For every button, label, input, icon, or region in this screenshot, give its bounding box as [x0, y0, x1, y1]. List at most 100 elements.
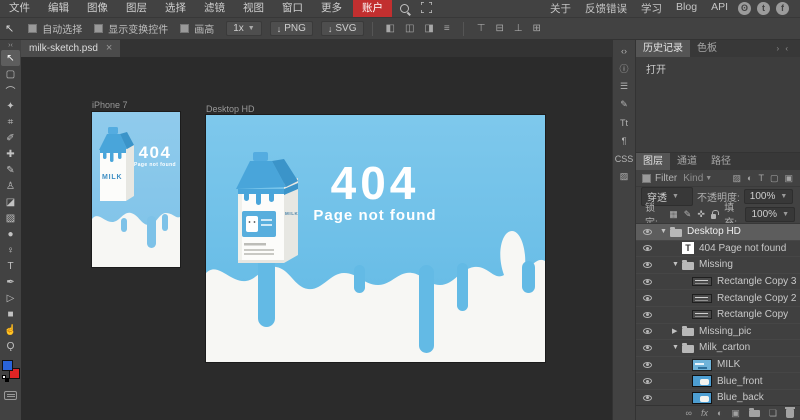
tab-paths[interactable]: 路径: [704, 153, 738, 170]
lock-all-icon[interactable]: [711, 214, 716, 219]
panel-collapse-icon[interactable]: › ‹: [776, 40, 800, 57]
link-learn[interactable]: 学习: [634, 1, 669, 16]
distribute-horizontal-icon[interactable]: ⊞: [528, 23, 546, 34]
align-right-icon[interactable]: ◨: [419, 23, 438, 34]
tab-history[interactable]: 历史记录: [636, 40, 690, 57]
gradient-tool[interactable]: ▨: [1, 210, 20, 226]
lock-position-icon[interactable]: ✜: [694, 209, 708, 220]
history-step-open[interactable]: 打开: [636, 57, 800, 80]
dodge-tool[interactable]: ♀: [1, 242, 20, 258]
auto-select-checkbox[interactable]: [28, 24, 37, 33]
visibility-eye-icon[interactable]: [643, 279, 652, 285]
layer-missing-pic[interactable]: ▶ Missing_pic: [636, 324, 800, 341]
link-about[interactable]: 关于: [543, 1, 578, 16]
new-group-icon[interactable]: [749, 410, 760, 417]
toolbar-collapse-icon[interactable]: ›‹: [8, 41, 13, 50]
align-left-icon[interactable]: ◧: [381, 23, 400, 34]
menu-image[interactable]: 图像: [78, 0, 117, 17]
visibility-eye-icon[interactable]: [643, 362, 652, 368]
layer-rect-copy-3[interactable]: Rectangle Copy 3: [636, 274, 800, 291]
lasso-tool[interactable]: ⌒: [1, 82, 20, 98]
link-layers-icon[interactable]: ∞: [686, 406, 692, 420]
facebook-icon[interactable]: f: [776, 2, 789, 15]
marquee-select-tool[interactable]: ▢: [1, 66, 20, 82]
align-top-icon[interactable]: ⊤: [472, 23, 491, 34]
opacity-dropdown[interactable]: 100%▼: [744, 189, 794, 204]
move-tool[interactable]: ↖: [1, 50, 20, 66]
visibility-eye-icon[interactable]: [643, 378, 652, 384]
properties-panel-icon[interactable]: ☰: [614, 78, 635, 95]
visibility-eye-icon[interactable]: [643, 345, 652, 351]
path-select-tool[interactable]: ▷: [1, 290, 20, 306]
zoom-tool[interactable]: Ǫ: [1, 338, 20, 354]
menu-edit[interactable]: 编辑: [39, 0, 78, 17]
align-center-icon[interactable]: ◫: [400, 23, 419, 34]
foreground-color-swatch[interactable]: [2, 360, 13, 371]
keyboard-icon[interactable]: [4, 391, 17, 400]
visibility-eye-icon[interactable]: [643, 229, 652, 235]
tab-channels[interactable]: 通道: [670, 153, 704, 170]
image-panel-icon[interactable]: ▨: [614, 168, 635, 185]
canvas[interactable]: iPhone 7: [21, 57, 612, 420]
tab-swatches[interactable]: 色板: [690, 40, 724, 57]
brush-panel-icon[interactable]: ✎: [614, 96, 635, 113]
crop-tool[interactable]: ⌗: [1, 114, 20, 130]
export-png-button[interactable]: ↓PNG: [270, 21, 313, 36]
layer-blue-front[interactable]: Blue_front: [636, 373, 800, 390]
blur-tool[interactable]: ●: [1, 226, 20, 242]
panel-collapse-icon[interactable]: ‹›: [614, 42, 635, 59]
visibility-eye-icon[interactable]: [643, 245, 652, 251]
account-button[interactable]: 账户: [353, 0, 392, 17]
lock-pixels-icon[interactable]: ✎: [681, 209, 695, 220]
fullscreen-icon[interactable]: [421, 2, 432, 16]
eraser-tool[interactable]: ◪: [1, 194, 20, 210]
filter-pixel-icon[interactable]: ▨: [730, 173, 745, 184]
visibility-eye-icon[interactable]: [643, 295, 652, 301]
link-api[interactable]: API: [704, 1, 735, 16]
color-swatches[interactable]: [2, 360, 20, 379]
lock-transparency-icon[interactable]: ▦: [666, 209, 681, 220]
new-layer-icon[interactable]: ❏: [769, 406, 777, 420]
artboard-iphone[interactable]: MILK 404 Page not found: [92, 112, 180, 267]
default-colors-icon[interactable]: [2, 375, 6, 379]
character-panel-icon[interactable]: Tt: [614, 114, 635, 131]
hand-tool[interactable]: ☝: [1, 322, 20, 338]
brush-tool[interactable]: ✎: [1, 162, 20, 178]
filter-type-icon[interactable]: T: [755, 173, 767, 184]
expand-caret-icon[interactable]: ▼: [672, 344, 682, 351]
align-bottom-icon[interactable]: ⊥: [509, 23, 528, 34]
filter-smart-icon[interactable]: ▣: [781, 173, 796, 184]
distribute-vertical-icon[interactable]: ≡: [439, 23, 455, 34]
eyedropper-tool[interactable]: ✐: [1, 130, 20, 146]
layer-milk-carton[interactable]: ▼ Milk_carton: [636, 340, 800, 357]
filter-shape-icon[interactable]: ▢: [767, 173, 782, 184]
tab-layers[interactable]: 图层: [636, 153, 670, 170]
menu-select[interactable]: 选择: [156, 0, 195, 17]
filter-adjustment-icon[interactable]: ◐: [744, 173, 755, 184]
layer-milk[interactable]: MILK: [636, 357, 800, 374]
info-panel-icon[interactable]: ⓘ: [614, 60, 635, 77]
expand-caret-icon[interactable]: ▼: [660, 228, 670, 235]
menu-view[interactable]: 视图: [234, 0, 273, 17]
adjustment-layer-icon[interactable]: ◐: [717, 406, 722, 420]
kind-dropdown[interactable]: Kind: [683, 173, 703, 184]
export-svg-button[interactable]: ↓SVG: [321, 21, 364, 36]
third-option-checkbox[interactable]: [180, 24, 189, 33]
visibility-eye-icon[interactable]: [643, 395, 652, 401]
layer-effects-icon[interactable]: fx: [701, 406, 708, 420]
shape-tool[interactable]: ■: [1, 306, 20, 322]
menu-file[interactable]: 文件: [0, 0, 39, 17]
expand-caret-icon[interactable]: ▶: [672, 327, 682, 335]
link-blog[interactable]: Blog: [669, 1, 704, 16]
align-middle-icon[interactable]: ⊟: [490, 23, 508, 34]
type-tool[interactable]: T: [1, 258, 20, 274]
search-icon[interactable]: [400, 4, 409, 13]
css-panel-icon[interactable]: CSS: [614, 150, 635, 167]
twitter-icon[interactable]: t: [757, 2, 770, 15]
layer-mask-icon[interactable]: ▣: [731, 406, 740, 420]
expand-caret-icon[interactable]: ▼: [672, 261, 682, 268]
clone-stamp-tool[interactable]: ♙: [1, 178, 20, 194]
menu-more[interactable]: 更多: [312, 0, 351, 17]
paragraph-panel-icon[interactable]: ¶: [614, 132, 635, 149]
close-icon[interactable]: ×: [106, 40, 112, 57]
